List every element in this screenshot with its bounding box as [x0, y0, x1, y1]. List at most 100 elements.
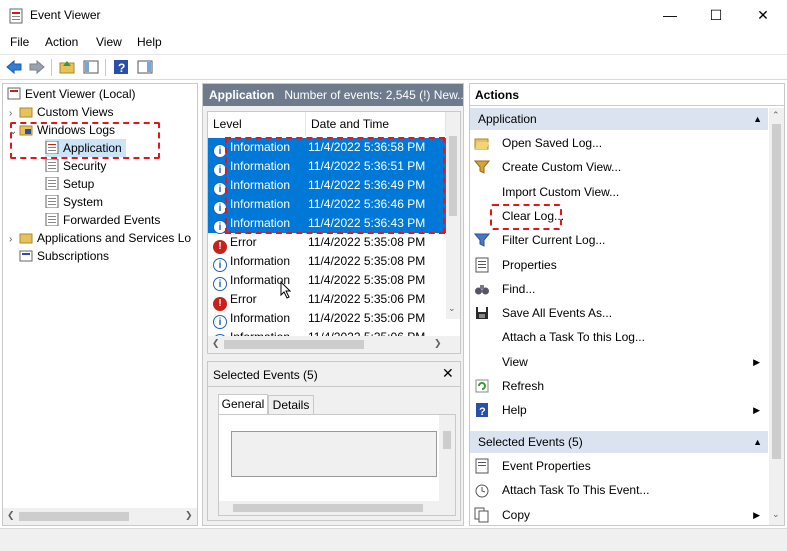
- show-hide-action-pane-icon[interactable]: [136, 58, 154, 76]
- menu-file[interactable]: File: [10, 35, 29, 49]
- chevron-right-icon[interactable]: ›: [9, 231, 19, 247]
- tree-log-security[interactable]: Security: [45, 157, 106, 175]
- actions-section-application[interactable]: Application ▲: [470, 108, 768, 130]
- status-bar: [0, 528, 787, 551]
- action-attach-task-to-this-event[interactable]: Attach Task To This Event...: [470, 478, 768, 502]
- menu-view[interactable]: View: [96, 35, 122, 49]
- horizontal-scrollbar[interactable]: ❮ ❯: [3, 508, 197, 525]
- filter-create-icon: [474, 160, 490, 175]
- action-import-custom-view[interactable]: Import Custom View...: [470, 180, 768, 204]
- action-label: Filter Current Log...: [502, 233, 606, 248]
- action-properties[interactable]: Properties: [470, 253, 768, 277]
- properties-icon: [475, 257, 489, 272]
- action-label: Open Saved Log...: [502, 136, 603, 150]
- action-open-saved-log[interactable]: Open Saved Log...: [470, 131, 768, 155]
- minimize-button[interactable]: —: [647, 0, 693, 31]
- scrollbar-thumb[interactable]: [772, 124, 781, 459]
- tree-log-system[interactable]: System: [45, 193, 103, 211]
- scroll-down-icon[interactable]: ⌄: [448, 303, 456, 314]
- collapse-up-icon[interactable]: ▲: [753, 108, 762, 130]
- maximize-button[interactable]: ☐: [693, 0, 739, 31]
- blank-icon: [474, 184, 490, 200]
- tree-apps-services[interactable]: › Applications and Services Lo: [9, 229, 197, 247]
- blank-icon: [474, 329, 490, 345]
- horizontal-scrollbar[interactable]: ❮ ❯: [208, 336, 460, 353]
- vertical-scrollbar[interactable]: [439, 415, 455, 501]
- action-attach-a-task-to-this-log[interactable]: Attach a Task To this Log...: [470, 325, 768, 349]
- tab-general[interactable]: General: [218, 394, 268, 414]
- action-copy[interactable]: Copy ▶: [470, 503, 768, 527]
- tree-log-system-label: System: [63, 195, 104, 209]
- menu-action[interactable]: Action: [45, 35, 78, 49]
- action-help[interactable]: ? Help ▶: [470, 398, 768, 422]
- tree-subscriptions[interactable]: Subscriptions: [19, 247, 109, 265]
- collapse-up-icon[interactable]: ▲: [753, 431, 762, 453]
- scroll-left-icon[interactable]: ❮: [212, 338, 220, 349]
- blank-icon: [474, 208, 490, 224]
- action-label: Import Custom View...: [502, 184, 620, 199]
- event-row[interactable]: ! Error 11/4/2022 5:35:06 PM: [208, 290, 448, 311]
- tree-log-security-label: Security: [63, 159, 107, 173]
- submenu-arrow-icon: ▶: [753, 405, 760, 416]
- action-event-properties[interactable]: Event Properties: [470, 454, 768, 478]
- back-icon[interactable]: [5, 58, 23, 76]
- actions-section-selected[interactable]: Selected Events (5) ▲: [470, 431, 768, 453]
- blank-icon: [474, 354, 490, 370]
- action-filter-current-log[interactable]: Filter Current Log...: [470, 228, 768, 252]
- event-level: Information: [230, 311, 291, 325]
- title-bar: Event Viewer — ☐ ✕: [0, 0, 787, 31]
- folder-icon: [19, 107, 33, 118]
- scroll-right-icon[interactable]: ❯: [434, 338, 442, 349]
- column-date-time[interactable]: Date and Time: [306, 112, 446, 136]
- forward-icon[interactable]: [28, 58, 46, 76]
- scrollbar-thumb[interactable]: [449, 136, 457, 216]
- action-refresh[interactable]: Refresh: [470, 374, 768, 398]
- action-label: Find...: [502, 281, 536, 296]
- save-icon: [476, 307, 488, 320]
- section-selected-label: Selected Events (5): [478, 435, 583, 449]
- scroll-down-icon[interactable]: ⌄: [772, 509, 780, 520]
- tree-custom-views[interactable]: › Custom Views: [9, 103, 113, 121]
- folder-open-icon: [474, 138, 489, 150]
- action-label: Attach a Task To this Log...: [502, 330, 645, 345]
- action-label: View: [502, 354, 528, 369]
- close-icon[interactable]: ✕: [442, 365, 454, 382]
- help-icon[interactable]: ?: [112, 58, 130, 76]
- close-button[interactable]: ✕: [740, 0, 786, 31]
- tab-content: [218, 414, 456, 516]
- scroll-up-icon[interactable]: ⌃: [772, 110, 780, 121]
- horizontal-scrollbar[interactable]: [219, 501, 455, 515]
- tree-log-forwarded[interactable]: Forwarded Events: [45, 211, 160, 229]
- event-row[interactable]: i Information 11/4/2022 5:35:08 PM: [208, 271, 448, 291]
- selected-events-title: Selected Events (5): [213, 368, 318, 382]
- menu-help[interactable]: Help: [137, 35, 162, 49]
- scrollbar-thumb[interactable]: [19, 512, 129, 521]
- event-row[interactable]: ! Error 11/4/2022 5:35:08 PM: [208, 233, 448, 254]
- action-save-all-events-as[interactable]: Save All Events As...: [470, 301, 768, 325]
- action-view[interactable]: View ▶: [470, 350, 768, 374]
- scroll-left-icon[interactable]: ❮: [7, 510, 15, 521]
- tree-root[interactable]: Event Viewer (Local): [7, 85, 136, 103]
- action-create-custom-view[interactable]: Create Custom View...: [470, 155, 768, 179]
- tab-details[interactable]: Details: [268, 395, 314, 414]
- submenu-arrow-icon: ▶: [753, 356, 760, 367]
- log-icon: [45, 195, 59, 208]
- action-find[interactable]: Find...: [470, 277, 768, 301]
- vertical-scrollbar[interactable]: ⌃ ⌄: [769, 108, 784, 525]
- event-viewer-app-icon: [9, 8, 23, 24]
- action-label: Properties: [502, 257, 557, 272]
- tree-log-setup[interactable]: Setup: [45, 175, 94, 193]
- subscriptions-icon: [19, 250, 33, 262]
- tree-log-forwarded-label: Forwarded Events: [63, 213, 161, 227]
- action-label: Save All Events As...: [502, 306, 613, 321]
- event-row[interactable]: iInformation 11/4/2022 5:35:06 PM: [208, 309, 448, 329]
- up-folder-icon[interactable]: [58, 58, 76, 76]
- scroll-right-icon[interactable]: ❯: [185, 510, 193, 521]
- vertical-scrollbar[interactable]: ⌄: [446, 112, 460, 319]
- scrollbar-thumb[interactable]: [224, 340, 364, 349]
- annotation-highlight: [490, 204, 562, 230]
- show-hide-tree-icon[interactable]: [82, 58, 100, 76]
- column-level[interactable]: Level: [208, 112, 306, 136]
- event-detail-box[interactable]: [231, 431, 437, 477]
- event-row[interactable]: i Information 11/4/2022 5:35:08 PM: [208, 252, 448, 272]
